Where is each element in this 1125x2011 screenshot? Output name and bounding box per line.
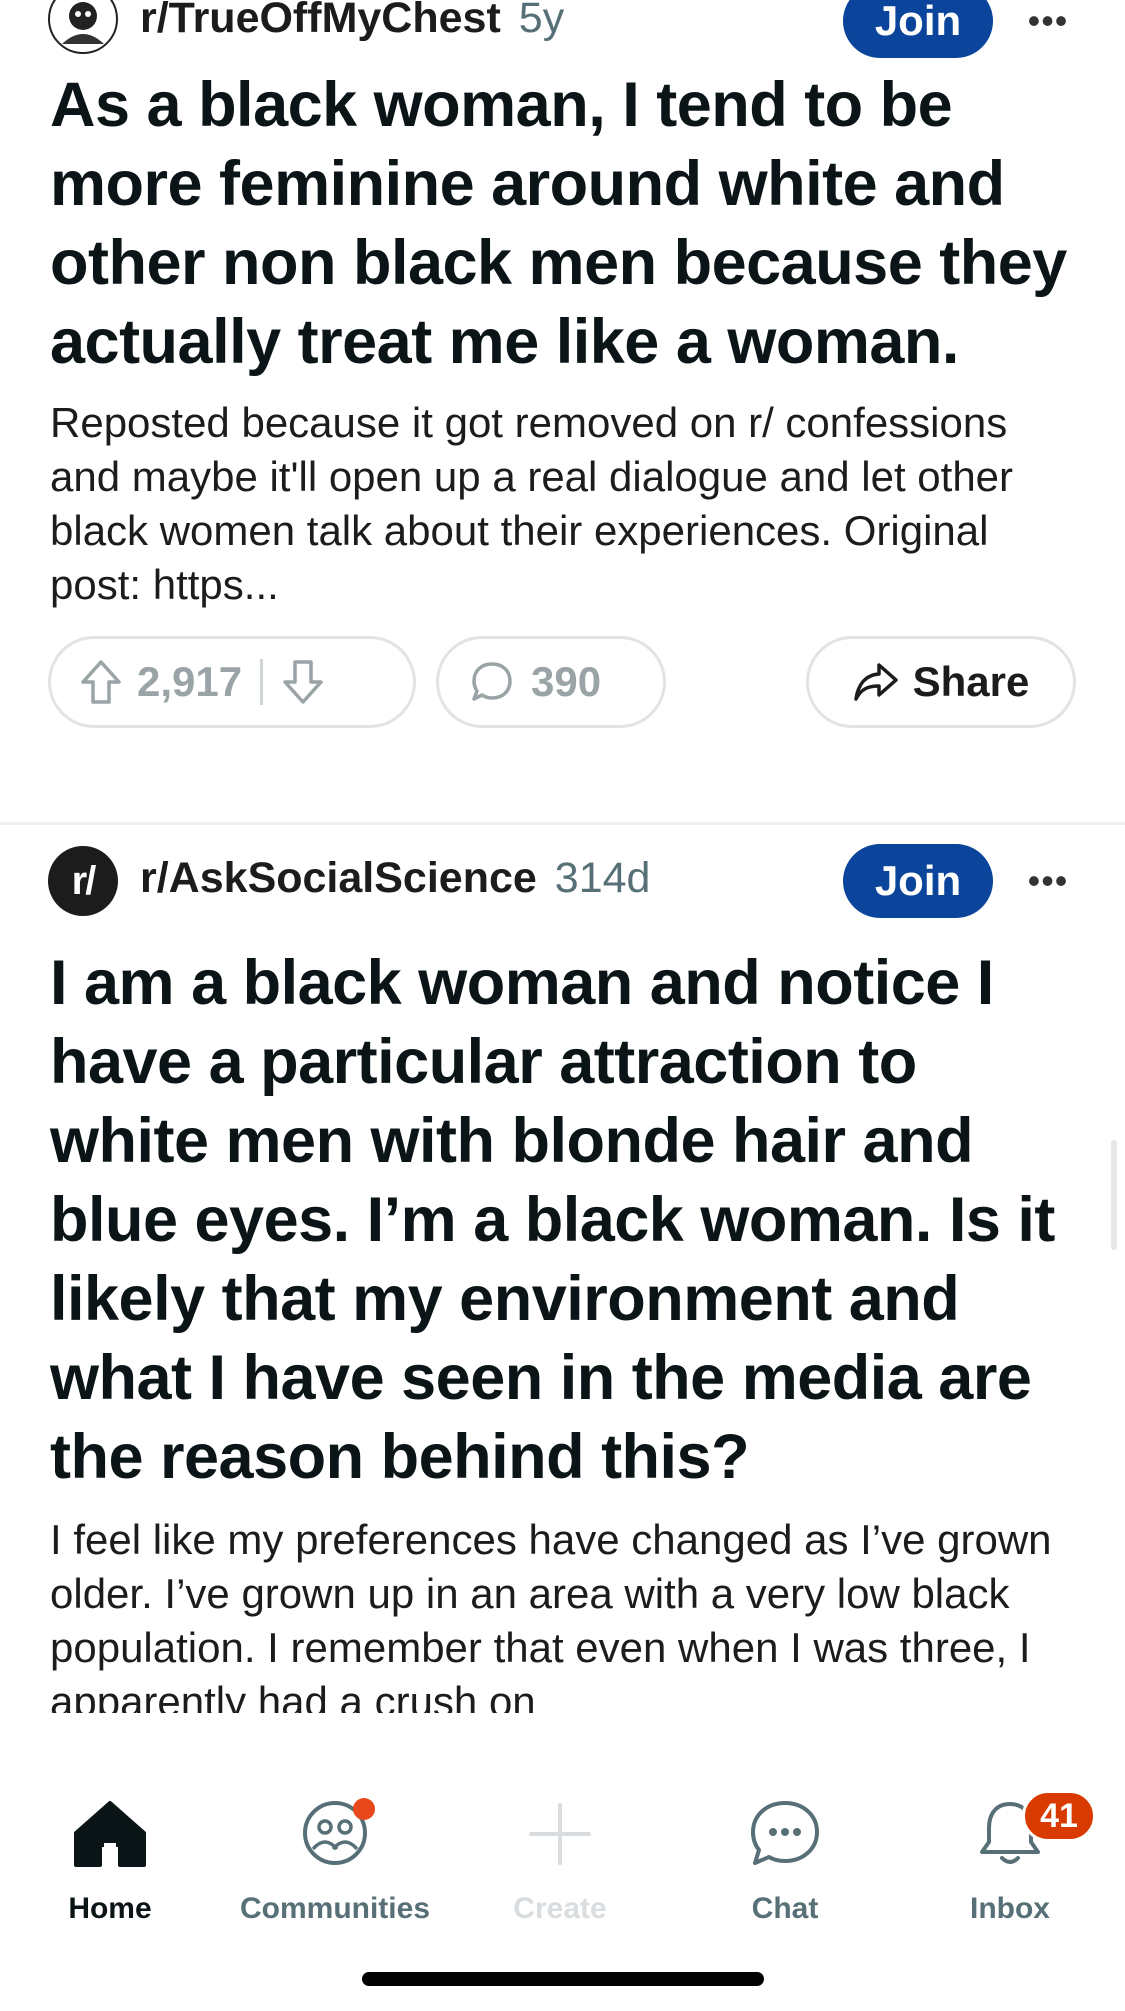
notification-dot [353, 1798, 375, 1820]
downvote-icon[interactable] [281, 658, 325, 706]
vote-control: 2,917 [48, 636, 416, 728]
communities-icon [225, 1790, 445, 1878]
more-options-icon[interactable]: ••• [1020, 0, 1076, 56]
share-icon [853, 661, 899, 703]
home-indicator[interactable] [362, 1972, 764, 1986]
tab-communities[interactable]: Communities [225, 1790, 445, 1930]
scrollbar[interactable] [1111, 1140, 1117, 1250]
join-button[interactable]: Join [843, 0, 993, 58]
vote-divider [260, 659, 264, 705]
comment-icon [469, 659, 515, 705]
subreddit-name[interactable]: r/TrueOffMyChest [140, 0, 501, 42]
tab-inbox[interactable]: 41 Inbox [900, 1790, 1120, 1930]
post-body[interactable]: I feel like my preferences have changed … [0, 1513, 1125, 1713]
more-options-icon[interactable]: ••• [1020, 846, 1076, 916]
comments-button[interactable]: 390 [436, 636, 666, 728]
subreddit-name[interactable]: r/AskSocialScience [140, 854, 537, 902]
post-body[interactable]: Reposted because it got removed on r/ co… [0, 396, 1125, 612]
post-meta: r/TrueOffMyChest 5y Join ••• [0, 0, 1125, 60]
share-label: Share [912, 658, 1030, 705]
subreddit-avatar[interactable]: r/ [48, 846, 118, 916]
upvote-icon[interactable] [79, 658, 123, 706]
post-actions: 2,917 390 Share [0, 636, 1125, 732]
post-title[interactable]: As a black woman, I tend to be more femi… [0, 66, 1125, 382]
post-meta: r/ r/AskSocialScience 314d Join ••• [0, 840, 1125, 920]
chat-icon [675, 1790, 895, 1878]
tab-home[interactable]: Home [0, 1790, 220, 1930]
tab-chat[interactable]: Chat [675, 1790, 895, 1930]
post-card[interactable]: r/ r/AskSocialScience 314d Join ••• I am … [0, 840, 1125, 1713]
post-age: 5y [518, 0, 565, 42]
vote-count: 2,917 [137, 658, 243, 705]
tab-label: Home [68, 1892, 152, 1925]
subreddit-avatar[interactable] [48, 0, 118, 54]
post-title[interactable]: I am a black woman and notice I have a p… [0, 944, 1125, 1497]
share-button[interactable]: Share [806, 636, 1076, 728]
join-button[interactable]: Join [843, 844, 993, 918]
tab-label: Inbox [970, 1892, 1050, 1925]
post-divider [0, 822, 1125, 825]
tab-label: Create [513, 1892, 607, 1925]
post-age: 314d [554, 854, 651, 902]
comment-count: 390 [531, 658, 602, 705]
plus-icon [450, 1790, 670, 1878]
post-card[interactable]: r/TrueOffMyChest 5y Join ••• As a black w… [0, 0, 1125, 732]
tab-label: Chat [751, 1892, 819, 1925]
tab-create[interactable]: Create [450, 1790, 670, 1930]
home-icon [0, 1790, 220, 1878]
tab-label: Communities [239, 1892, 431, 1925]
inbox-badge: 41 [1022, 1790, 1096, 1842]
